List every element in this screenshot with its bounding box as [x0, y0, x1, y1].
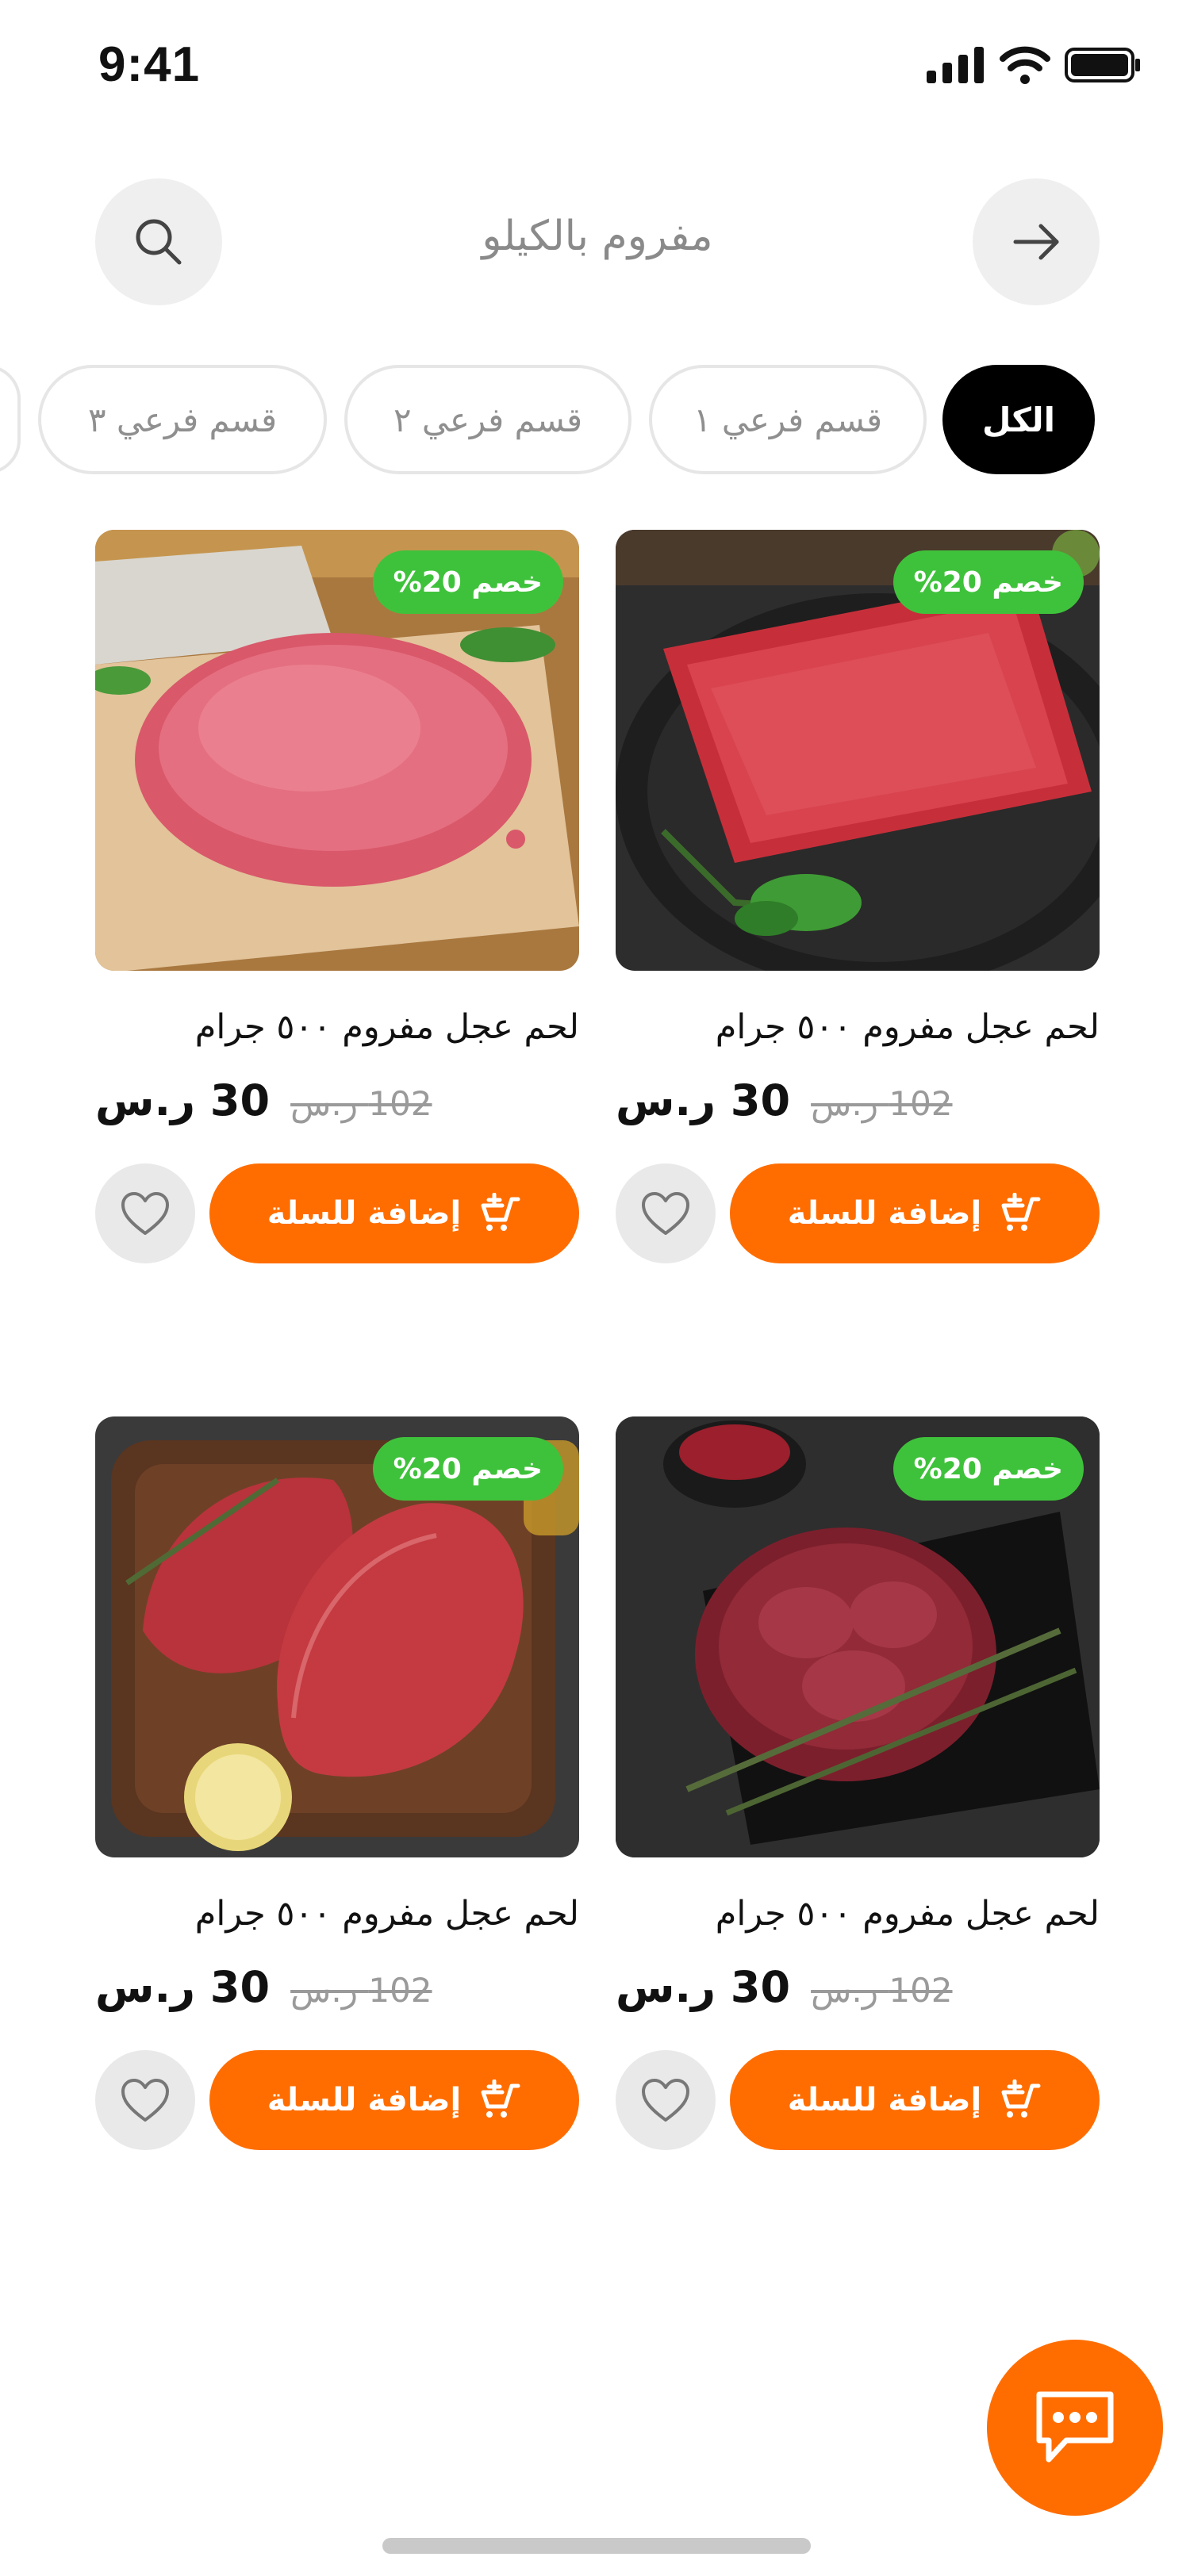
battery-icon: [1065, 48, 1140, 82]
heart-icon: [121, 1192, 169, 1235]
status-icons: [927, 46, 1142, 84]
price-row: 30 ر.س 102 ر.س: [616, 1962, 1100, 2012]
add-to-cart-label: إضافة للسلة: [267, 1195, 462, 1232]
price-row: 30 ر.س 102 ر.س: [95, 1075, 579, 1125]
product-title: لحم عجل مفروم ٥٠٠ جرام: [194, 1894, 579, 1934]
filter-chip-all[interactable]: الكل: [942, 365, 1095, 474]
product-card[interactable]: خصم 20% لحم عجل مفروم ٥٠٠ جرام 30 ر.س 10…: [95, 530, 579, 1263]
heart-icon: [642, 2079, 689, 2122]
cart-plus-icon: [1001, 2080, 1041, 2118]
add-to-cart-button[interactable]: إضافة للسلة: [730, 2050, 1100, 2150]
favorite-button[interactable]: [616, 2050, 716, 2150]
product-card[interactable]: خصم 20% لحم عجل مفروم ٥٠٠ جرام 30 ر.س 10…: [95, 1416, 579, 2150]
discount-badge: خصم 20%: [892, 1437, 1084, 1501]
old-price: 102 ر.س: [811, 1084, 953, 1123]
action-row: إضافة للسلة: [95, 1163, 579, 1263]
back-button[interactable]: [973, 178, 1100, 305]
search-button[interactable]: [95, 178, 222, 305]
current-price: 30 ر.س: [95, 1962, 271, 2012]
favorite-button[interactable]: [95, 1163, 195, 1263]
filter-chip-sub1[interactable]: قسم فرعي ١: [649, 365, 927, 474]
filter-chip-sub2[interactable]: قسم فرعي ٢: [344, 365, 631, 474]
favorite-button[interactable]: [616, 1163, 716, 1263]
old-price: 102 ر.س: [811, 1971, 953, 2010]
product-title: لحم عجل مفروم ٥٠٠ جرام: [194, 1007, 579, 1047]
current-price: 30 ر.س: [616, 1962, 791, 2012]
product-card[interactable]: خصم 20% لحم عجل مفروم ٥٠٠ جرام 30 ر.س 10…: [616, 530, 1100, 1263]
action-row: إضافة للسلة: [616, 1163, 1100, 1263]
heart-icon: [121, 2079, 169, 2122]
page-title: مفروم بالكيلو: [482, 213, 713, 260]
cart-plus-icon: [481, 2080, 520, 2118]
add-to-cart-label: إضافة للسلة: [787, 2082, 982, 2118]
cart-plus-icon: [1001, 1193, 1041, 1231]
wifi-icon: [1000, 46, 1050, 84]
signal-icon: [927, 47, 984, 83]
action-row: إضافة للسلة: [95, 2050, 579, 2150]
discount-badge: خصم 20%: [372, 550, 563, 614]
product-image[interactable]: خصم 20%: [616, 1416, 1100, 1857]
product-image[interactable]: خصم 20%: [95, 1416, 579, 1857]
add-to-cart-button[interactable]: إضافة للسلة: [730, 1163, 1100, 1263]
add-to-cart-label: إضافة للسلة: [787, 1195, 982, 1232]
old-price: 102 ر.س: [290, 1084, 432, 1123]
category-filters: الكل قسم فرعي ١ قسم فرعي ٢ قسم فرعي ٣: [0, 365, 1190, 474]
add-to-cart-button[interactable]: إضافة للسلة: [209, 1163, 579, 1263]
price-row: 30 ر.س 102 ر.س: [95, 1962, 579, 2012]
discount-badge: خصم 20%: [372, 1437, 563, 1501]
status-bar: 9:41: [0, 0, 1190, 135]
old-price: 102 ر.س: [290, 1971, 432, 2010]
status-time: 9:41: [98, 37, 201, 92]
chat-button[interactable]: [987, 2340, 1163, 2516]
heart-icon: [642, 1192, 689, 1235]
action-row: إضافة للسلة: [616, 2050, 1100, 2150]
current-price: 30 ر.س: [616, 1075, 791, 1125]
product-image[interactable]: خصم 20%: [616, 530, 1100, 971]
cart-plus-icon: [481, 1193, 520, 1231]
add-to-cart-label: إضافة للسلة: [267, 2082, 462, 2118]
current-price: 30 ر.س: [95, 1075, 271, 1125]
product-image[interactable]: خصم 20%: [95, 530, 579, 971]
product-title: لحم عجل مفروم ٥٠٠ جرام: [715, 1894, 1100, 1934]
product-card[interactable]: خصم 20% لحم عجل مفروم ٥٠٠ جرام 30 ر.س 10…: [616, 1416, 1100, 2150]
home-indicator: [382, 2538, 811, 2554]
filter-chip-partial[interactable]: [0, 365, 21, 474]
discount-badge: خصم 20%: [892, 550, 1084, 614]
favorite-button[interactable]: [95, 2050, 195, 2150]
arrow-right-icon: [1013, 224, 1059, 260]
filter-chip-sub3[interactable]: قسم فرعي ٣: [38, 365, 327, 474]
add-to-cart-button[interactable]: إضافة للسلة: [209, 2050, 579, 2150]
product-title: لحم عجل مفروم ٥٠٠ جرام: [715, 1007, 1100, 1047]
chat-bubble-icon: [1036, 2391, 1114, 2463]
search-icon: [136, 219, 182, 265]
price-row: 30 ر.س 102 ر.س: [616, 1075, 1100, 1125]
